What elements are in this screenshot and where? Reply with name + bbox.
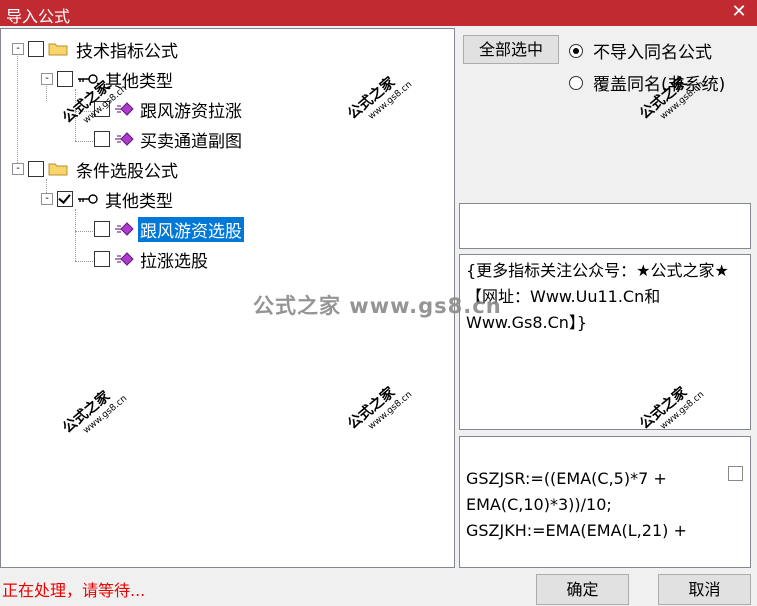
item-label: 拉涨选股 xyxy=(140,251,208,272)
collapse-icon[interactable]: - xyxy=(41,73,53,85)
group-label: 条件选股公式 xyxy=(76,161,178,182)
select-all-button[interactable]: 全部选中 xyxy=(463,35,559,64)
formula-text: GSZJSR:=((EMA(C,5)*7 + EMA(C,10)*3))/10; G… xyxy=(466,466,716,544)
tree-line xyxy=(75,261,93,262)
close-icon[interactable]: ✕ xyxy=(729,1,749,23)
tree-node-other-type[interactable]: - 其他类型 xyxy=(41,67,175,92)
tree-line xyxy=(75,231,93,232)
item-checkbox[interactable] xyxy=(94,131,110,147)
formula-gem-icon xyxy=(115,252,134,266)
description-text: {更多指标关注公众号：★公式之家★ 【网址：Www.Uu11.Cn和Www.Gs… xyxy=(466,261,729,332)
collapse-icon[interactable]: - xyxy=(12,43,24,55)
folder-icon xyxy=(48,163,68,176)
tree-item[interactable]: 拉涨选股 xyxy=(94,247,210,272)
key-icon xyxy=(78,194,98,204)
cancel-button[interactable]: 取消 xyxy=(658,574,751,605)
group-label: 技术指标公式 xyxy=(76,41,178,62)
tree-item[interactable]: 跟风游资拉涨 xyxy=(94,97,244,122)
radio-dot-checked[interactable] xyxy=(569,43,583,58)
radio-no-import[interactable]: 不导入同名公式 xyxy=(569,38,712,63)
title-bar: 导入公式 ✕ xyxy=(0,0,757,26)
tree-line xyxy=(17,51,18,171)
ok-button[interactable]: 确定 xyxy=(536,574,629,605)
item-label: 跟风游资拉涨 xyxy=(140,101,242,122)
tree-line xyxy=(75,209,76,261)
tree-node-stock-selection[interactable]: - 条件选股公式 xyxy=(12,157,180,182)
category-label: 其他类型 xyxy=(105,191,173,212)
group-checkbox[interactable] xyxy=(28,41,44,57)
collapse-icon[interactable]: - xyxy=(41,193,53,205)
group-checkbox[interactable] xyxy=(28,161,44,177)
formula-gem-icon xyxy=(115,132,134,146)
tree-item[interactable]: 买卖通道副图 xyxy=(94,127,244,152)
item-checkbox[interactable] xyxy=(94,251,110,267)
tree-line xyxy=(75,89,76,141)
info-field xyxy=(459,203,751,249)
radio-overwrite[interactable]: 覆盖同名(非系统) xyxy=(569,70,725,95)
formula-line: EMA(C,10)*3))/10; xyxy=(466,495,612,514)
formula-gem-icon xyxy=(115,222,134,236)
tree-node-tech-indicators[interactable]: - 技术指标公式 xyxy=(12,37,180,62)
formula-line: GSZJSR:=((EMA(C,5)*7 + xyxy=(466,469,667,488)
radio-label: 覆盖同名(非系统) xyxy=(593,75,726,95)
tree-node-other-type[interactable]: - 其他类型 xyxy=(41,187,175,212)
item-label-selected: 跟风游资选股 xyxy=(138,216,244,242)
tree-item[interactable]: 跟风游资选股 xyxy=(94,216,244,242)
collapse-icon[interactable]: - xyxy=(12,163,24,175)
item-checkbox[interactable] xyxy=(94,221,110,237)
category-label: 其他类型 xyxy=(105,71,173,92)
formula-line: GSZJKH:=EMA(EMA(L,21) + xyxy=(466,521,687,540)
tree-line xyxy=(75,141,93,142)
item-label: 买卖通道副图 xyxy=(140,131,242,152)
tree-line xyxy=(75,111,93,112)
window-title: 导入公式 xyxy=(6,7,71,26)
item-checkbox[interactable] xyxy=(94,101,110,117)
preview-checkbox[interactable] xyxy=(728,466,743,481)
radio-label: 不导入同名公式 xyxy=(593,43,712,63)
radio-dot[interactable] xyxy=(569,75,583,90)
status-text: 正在处理，请等待... xyxy=(2,581,146,600)
formula-tree[interactable]: - 技术指标公式 - 其他类型 跟风游资拉涨 买卖通道副图 - 条件选股公式 -… xyxy=(0,28,455,568)
folder-icon xyxy=(48,43,68,56)
key-icon xyxy=(78,74,98,84)
formula-gem-icon xyxy=(115,102,134,116)
category-checkbox[interactable] xyxy=(57,191,73,207)
category-checkbox[interactable] xyxy=(57,71,73,87)
